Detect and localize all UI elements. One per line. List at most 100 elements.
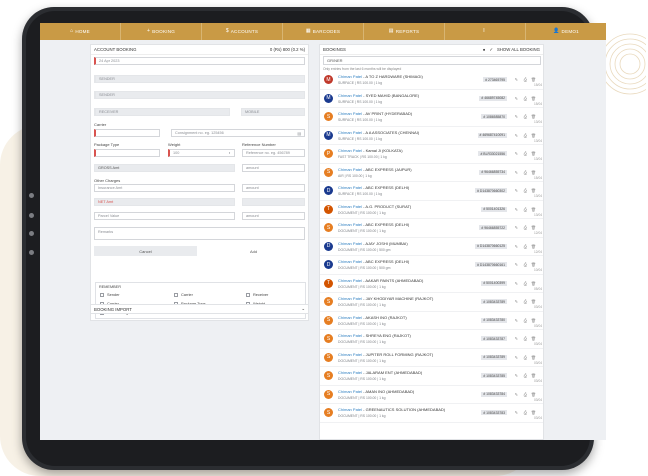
chat-icon[interactable]: ● — [483, 47, 486, 52]
booking-row[interactable]: D Chiman Patel - AJAY JOSHI (MUMBAI) DOCUM… — [320, 238, 543, 256]
print-icon[interactable]: ⎙ — [524, 133, 527, 138]
delete-icon[interactable]: 🗑 — [531, 392, 536, 397]
delete-icon[interactable]: 🗑 — [531, 188, 536, 193]
booking-row[interactable]: S Chiman Patel - ABC EXPRESS (DELHI) DOCUM… — [320, 219, 543, 238]
receiver-field[interactable]: RECEIVER — [94, 108, 230, 116]
booking-row[interactable]: M Chiman Patel - A A ASSOCIATES (CHENNAI)… — [320, 127, 543, 145]
sender-address-field[interactable]: SENDER — [94, 91, 305, 99]
sender-field[interactable]: SENDER — [94, 75, 305, 83]
print-icon[interactable]: ⎙ — [524, 299, 527, 304]
gross-amount-input[interactable]: amount — [242, 164, 305, 172]
print-icon[interactable]: ⎙ — [524, 262, 527, 267]
edit-icon[interactable]: ✎ — [515, 244, 518, 249]
nav-item-demo1[interactable]: 👤 DEMO1 — [526, 23, 606, 40]
booking-row[interactable]: S Chiman Patel - JALARAM ENT (AHMEDABAD) D… — [320, 367, 543, 386]
print-icon[interactable]: ⎙ — [524, 392, 527, 397]
print-icon[interactable]: ⎙ — [524, 318, 527, 323]
delete-icon[interactable]: 🗑 — [531, 410, 536, 415]
remarks-field[interactable]: Remarks — [94, 227, 305, 240]
edit-icon[interactable]: ✎ — [515, 133, 518, 138]
package-type-select[interactable] — [94, 149, 160, 157]
delete-icon[interactable]: 🗑 — [531, 281, 536, 286]
edit-icon[interactable]: ✎ — [515, 262, 518, 267]
delete-icon[interactable]: 🗑 — [531, 373, 536, 378]
insurance-field[interactable]: Insurance Amt — [94, 184, 235, 192]
delete-icon[interactable]: 🗑 — [531, 355, 536, 360]
edit-icon[interactable]: ✎ — [515, 77, 518, 82]
print-icon[interactable]: ⎙ — [524, 244, 527, 249]
edit-icon[interactable]: ✎ — [515, 151, 518, 156]
edit-icon[interactable]: ✎ — [515, 299, 518, 304]
show-all-booking-link[interactable]: SHOW ALL BOOKING — [497, 47, 540, 52]
add-button[interactable]: Add — [202, 246, 305, 256]
cancel-button[interactable]: Cancel — [94, 246, 197, 256]
delete-icon[interactable]: 🗑 — [531, 299, 536, 304]
print-icon[interactable]: ⎙ — [524, 77, 527, 82]
date-field[interactable]: 24 Apr 2023 — [94, 57, 305, 65]
print-icon[interactable]: ⎙ — [524, 373, 527, 378]
delete-icon[interactable]: 🗑 — [531, 318, 536, 323]
delete-icon[interactable]: 🗑 — [531, 244, 536, 249]
weight-field[interactable]: 100 ◐ — [168, 149, 235, 157]
booking-row[interactable]: S Chiman Patel - AMAN INO (AHMEDABAD) DOCU… — [320, 386, 543, 404]
weight-unit-icon[interactable]: ◐ — [229, 151, 231, 155]
print-icon[interactable]: ⎙ — [524, 114, 527, 119]
booking-row[interactable]: S Chiman Patel - AV PRINT (HYDERABAD) SURF… — [320, 108, 543, 127]
remember-sender-checkbox[interactable]: Sender — [100, 292, 120, 297]
consignment-field[interactable]: Consignment no. eg. 125456 ▤ — [171, 129, 305, 137]
edit-icon[interactable]: ✎ — [515, 318, 518, 323]
print-icon[interactable]: ⎙ — [524, 170, 527, 175]
edit-icon[interactable]: ✎ — [515, 281, 518, 286]
print-icon[interactable]: ⎙ — [524, 207, 527, 212]
edit-icon[interactable]: ✎ — [515, 355, 518, 360]
edit-icon[interactable]: ✎ — [515, 336, 518, 341]
booking-row[interactable]: S Chiman Patel - ABC EXPRESS (JAIPUR) AIR … — [320, 164, 543, 182]
delete-icon[interactable]: 🗑 — [531, 207, 536, 212]
print-icon[interactable]: ⎙ — [524, 96, 527, 101]
nav-item-accounts[interactable]: $ ACCOUNTS — [202, 23, 283, 40]
edit-icon[interactable]: ✎ — [515, 410, 518, 415]
print-icon[interactable]: ⎙ — [524, 188, 527, 193]
delete-icon[interactable]: 🗑 — [531, 151, 536, 156]
booking-row[interactable]: M Chiman Patel - SYED MAHID (BANGALORE) SU… — [320, 90, 543, 108]
reference-field[interactable]: Reference no. eg. 456789 — [242, 149, 305, 157]
delete-icon[interactable]: 🗑 — [531, 77, 536, 82]
print-icon[interactable]: ⎙ — [524, 281, 527, 286]
booking-row[interactable]: S Chiman Patel - SHREYA ENG (RAJKOT) DOCUM… — [320, 330, 543, 349]
edit-icon[interactable]: ✎ — [515, 114, 518, 119]
nav-item-reports[interactable]: ▤ REPORTS — [364, 23, 445, 40]
edit-icon[interactable]: ✎ — [515, 207, 518, 212]
print-icon[interactable]: ⎙ — [524, 410, 527, 415]
carrier-select[interactable] — [94, 129, 160, 137]
print-icon[interactable]: ⎙ — [524, 355, 527, 360]
nav-item-barcodes[interactable]: ▦ BARCODES — [283, 23, 364, 40]
delete-icon[interactable]: 🗑 — [531, 114, 536, 119]
nav-item-booking[interactable]: + BOOKING — [121, 23, 202, 40]
delete-icon[interactable]: 🗑 — [531, 170, 536, 175]
delete-icon[interactable]: 🗑 — [531, 96, 536, 101]
edit-icon[interactable]: ✎ — [515, 96, 518, 101]
nav-item-home[interactable]: ⌂ HOME — [40, 23, 121, 40]
check-icon[interactable]: ✓ — [489, 47, 493, 53]
booking-row[interactable]: M Chiman Patel - A TO Z HARDWARE (SHIMAGI… — [320, 71, 543, 90]
booking-row[interactable]: S Chiman Patel - JUPITER ROLL FORMING (RA… — [320, 349, 543, 367]
insurance-amount-input[interactable]: amount — [242, 184, 305, 192]
parcel-amount-input[interactable]: amount — [242, 212, 305, 220]
print-icon[interactable]: ⎙ — [524, 151, 527, 156]
booking-row[interactable]: T Chiman Patel - A.G. PRODUCT (SURAT) DOCU… — [320, 201, 543, 219]
delete-icon[interactable]: 🗑 — [531, 336, 536, 341]
booking-import-bar[interactable]: BOOKING IMPORT ⌄ — [90, 304, 309, 314]
booking-row[interactable]: S Chiman Patel - GREENAUTICS SOLUTION (AH… — [320, 404, 543, 423]
remember-receiver-checkbox[interactable]: Receiver — [246, 292, 268, 297]
bookings-search-input[interactable]: GR/NER — [323, 56, 541, 65]
edit-icon[interactable]: ✎ — [515, 170, 518, 175]
booking-row[interactable]: S Chiman Patel - AKASH INO (RAJKOT) DOCUME… — [320, 312, 543, 330]
booking-row[interactable]: D Chiman Patel - ABC EXPRESS (DELHI) SURFA… — [320, 182, 543, 201]
edit-icon[interactable]: ✎ — [515, 392, 518, 397]
parcel-value-field[interactable]: Parcel Value — [94, 212, 235, 220]
mobile-field[interactable]: MOBILE — [241, 108, 305, 116]
print-icon[interactable]: ⎙ — [524, 336, 527, 341]
delete-icon[interactable]: 🗑 — [531, 225, 536, 230]
nav-item-info[interactable]: i — [445, 23, 526, 40]
edit-icon[interactable]: ✎ — [515, 373, 518, 378]
